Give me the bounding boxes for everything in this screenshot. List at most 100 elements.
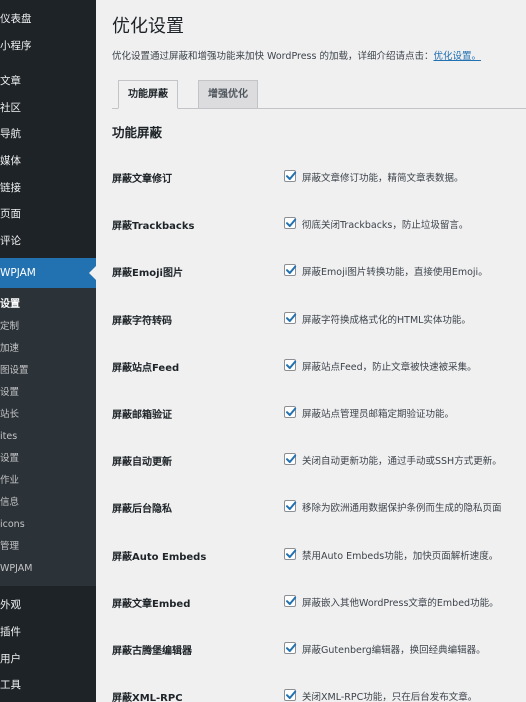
option-row: 屏蔽站点Feed 屏蔽站点Feed，防止文章被快速被采集。 [112,355,526,379]
page-description-text: 优化设置通过屏蔽和增强功能来加快 WordPress 的加载，详细介绍请点击： [112,51,434,62]
option-description: 屏蔽站点管理员邮箱定期验证功能。 [302,409,455,420]
option-checkbox[interactable] [284,500,297,513]
option-checkbox[interactable] [284,547,297,560]
option-description: 移除为欧洲通用数据保护条例而生成的隐私页面 [302,503,502,515]
menu-item-links[interactable]: 链接 [0,175,96,202]
submenu-item-settings-3[interactable]: 设置 [0,448,96,470]
menu-item-community[interactable]: 社区 [0,95,96,122]
option-row: 屏蔽邮箱验证 屏蔽站点管理员邮箱定期验证功能。 [112,402,526,426]
menu-item-tools[interactable]: 工具 [0,672,96,699]
main-content: 优化设置 优化设置通过屏蔽和增强功能来加快 WordPress 的加载，详细介绍… [96,0,526,702]
menu-item-plugins[interactable]: 插件 [0,619,96,646]
checkmark-icon [286,218,297,228]
option-row: 屏蔽Trackbacks 彻底关闭Trackbacks，防止垃圾留言。 [112,213,526,237]
option-checkbox[interactable] [284,689,297,702]
submenu-item-sites[interactable]: ites [0,426,96,448]
option-checkbox[interactable] [284,170,297,182]
submenu-item-accelerate[interactable]: 加速 [0,338,96,360]
menu-item-dashboard[interactable]: 仪表盘 [0,6,96,33]
option-row: 屏蔽古腾堡编辑器 屏蔽Gutenberg编辑器，换回经典编辑器。 [112,638,526,662]
checkmark-icon [286,171,297,180]
menu-item-appearance[interactable]: 外观 [0,592,96,619]
option-label: 屏蔽古腾堡编辑器 [112,646,192,657]
page-title: 优化设置 [112,16,184,37]
option-row: 屏蔽自动更新 关闭自动更新功能，通过手动或SSH方式更新。 [112,449,526,473]
option-description: 屏蔽嵌入其他WordPress文章的Embed功能。 [302,597,499,609]
menu-item-posts[interactable]: 文章 [0,68,96,95]
option-label: 屏蔽文章修订 [112,174,172,185]
option-description: 屏蔽站点Feed，防止文章被快速被采集。 [302,361,477,373]
checkmark-icon [286,643,297,652]
checkmark-icon [286,549,297,558]
checkmark-icon [286,596,297,605]
submenu-item-jobs[interactable]: 作业 [0,470,96,492]
tab-feature-block[interactable]: 功能屏蔽 [118,80,178,109]
option-label: 屏蔽XML-RPC [112,693,183,702]
option-label: 屏蔽字符转码 [112,315,172,327]
menu-item-wpjam-label: WPJAM [0,267,36,280]
option-checkbox[interactable] [284,594,297,607]
submenu-item-webmaster[interactable]: 站长 [0,404,96,426]
option-description: 屏蔽文章修订功能，精简文章表数据。 [302,173,464,184]
option-label: 屏蔽自动更新 [112,457,172,469]
page-description: 优化设置通过屏蔽和增强功能来加快 WordPress 的加载，详细介绍请点击：优… [112,48,481,62]
page-description-link[interactable]: 优化设置。 [433,51,481,62]
submenu-item-icons[interactable]: icons [0,514,96,536]
menu-item-users[interactable]: 用户 [0,646,96,673]
option-row: 屏蔽后台隐私 移除为欧洲通用数据保护条例而生成的隐私页面 [112,496,526,520]
checkmark-icon [286,690,297,700]
option-description: 禁用Auto Embeds功能，加快页面解析速度。 [302,550,499,562]
submenu-item-settings[interactable]: 设置 [0,294,96,316]
wpjam-submenu: 设置 定制 加速 图设置 设置 站长 ites 设置 作业 信息 icons 管… [0,288,96,587]
option-row: 屏蔽文章修订 屏蔽文章修订功能，精简文章表数据。 [112,166,526,190]
option-row: 屏蔽Emoji图片 屏蔽Emoji图片转换功能，直接使用Emoji。 [112,260,526,284]
option-checkbox[interactable] [284,264,297,277]
option-label: 屏蔽Emoji图片 [112,268,183,280]
menu-item-comments[interactable]: 评论 [0,228,96,255]
menu-item-navigation[interactable]: 导航 [0,121,96,148]
option-label: 屏蔽邮箱验证 [112,410,172,421]
option-checkbox[interactable] [284,406,297,418]
submenu-item-info[interactable]: 信息 [0,492,96,514]
menu-item-pages[interactable]: 页面 [0,201,96,228]
checkmark-icon [286,313,297,322]
option-description: 屏蔽字符换成格式化的HTML实体功能。 [302,314,471,326]
option-label: 屏蔽站点Feed [112,362,180,374]
option-description: 彻底关闭Trackbacks，防止垃圾留言。 [302,220,469,232]
tab-bar: 功能屏蔽 增强优化 [112,80,526,109]
option-label: 屏蔽文章Embed [112,598,191,610]
option-checkbox[interactable] [284,358,297,371]
option-checkbox[interactable] [284,453,297,466]
current-menu-arrow-icon [89,266,96,281]
checkmark-icon [286,360,297,369]
option-description: 屏蔽Gutenberg编辑器，换回经典编辑器。 [302,645,486,656]
admin-sidebar: 仪表盘 小程序 文章 社区 导航 媒体 链接 页面 评论 WPJAM 设置 定制… [0,0,96,702]
submenu-item-wpjam[interactable]: WPJAM [0,558,96,580]
checkmark-icon [286,501,297,511]
menu-item-miniprogram[interactable]: 小程序 [0,33,96,60]
option-label: 屏蔽后台隐私 [112,504,172,516]
option-checkbox[interactable] [284,217,297,230]
option-row: 屏蔽XML-RPC 关闭XML-RPC功能，只在后台发布文章。 [112,685,526,702]
option-description: 关闭自动更新功能，通过手动或SSH方式更新。 [302,456,502,468]
submenu-item-custom[interactable]: 定制 [0,316,96,338]
checkmark-icon [286,454,297,464]
submenu-item-image-settings[interactable]: 图设置 [0,360,96,382]
option-row: 屏蔽Auto Embeds 禁用Auto Embeds功能，加快页面解析速度。 [112,544,526,568]
tab-enhance-optimize[interactable]: 增强优化 [198,80,258,109]
submenu-item-settings-2[interactable]: 设置 [0,382,96,404]
option-row: 屏蔽文章Embed 屏蔽嵌入其他WordPress文章的Embed功能。 [112,591,526,615]
option-row: 屏蔽字符转码 屏蔽字符换成格式化的HTML实体功能。 [112,308,526,332]
option-description: 关闭XML-RPC功能，只在后台发布文章。 [302,692,478,702]
option-checkbox[interactable] [284,311,297,324]
option-label: 屏蔽Auto Embeds [112,551,207,563]
submenu-item-manage[interactable]: 管理 [0,536,96,558]
checkmark-icon [286,265,297,275]
section-title: 功能屏蔽 [112,125,163,140]
checkmark-icon [286,407,297,416]
menu-item-wpjam[interactable]: WPJAM [0,258,96,289]
option-checkbox[interactable] [284,642,297,654]
menu-item-media[interactable]: 媒体 [0,148,96,175]
option-label: 屏蔽Trackbacks [112,221,195,233]
option-description: 屏蔽Emoji图片转换功能，直接使用Emoji。 [302,267,488,279]
